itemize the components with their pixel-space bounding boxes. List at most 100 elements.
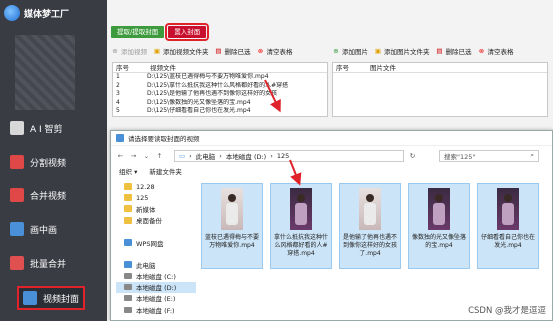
new-folder-button[interactable]: 新建文件夹 xyxy=(149,166,182,176)
nav-item-label: WPS网盘 xyxy=(136,239,164,248)
delete-icon: ▤ xyxy=(215,47,222,55)
dialog-titlebar: 请选择要读取封面的视频 xyxy=(111,131,552,146)
breadcrumb-item[interactable]: 本地磁盘 (D:) xyxy=(226,151,266,161)
cloud-icon xyxy=(124,239,132,247)
image-toolbar: ⊕ 添加图片 ▣ 添加图片文件夹 ▤ 删除已选 ⊗ 清空表格 xyxy=(332,46,514,56)
sidebar-item-pip[interactable]: 画中画 xyxy=(10,222,57,236)
file-grid: 蓝枝已遇得梅与不要万物唯爱你.mp4 拿什么抵抗我这种什么风格都好看的人#穿搭.m… xyxy=(201,183,539,269)
nav-item[interactable]: 本地磁盘 (F:) xyxy=(116,304,196,315)
file-item[interactable]: 拿什么抵抗我这种什么风格都好看的人#穿搭.mp4 xyxy=(270,183,332,269)
address-bar[interactable]: ▭ › 此电脑 › 本地磁盘 (D:) › 125 xyxy=(174,149,404,162)
breadcrumb-item[interactable]: 125 xyxy=(277,152,289,160)
file-name: 是他输了他再也遇不到像你这样好的女孩了.mp4 xyxy=(342,234,397,257)
video-thumbnail xyxy=(221,188,243,230)
file-item[interactable]: 是他输了他再也遇不到像你这样好的女孩了.mp4 xyxy=(339,183,401,269)
image-icon xyxy=(23,291,37,305)
file-item[interactable]: 蓝枝已遇得梅与不要万物唯爱你.mp4 xyxy=(201,183,263,269)
nav-item[interactable]: 本地磁盘 (D:) xyxy=(116,281,196,293)
sidebar-item-label: 视频封面 xyxy=(43,294,80,305)
sidebar-item-label: 批量合并 xyxy=(30,259,67,270)
picture-in-picture-icon xyxy=(10,222,24,236)
video-table[interactable]: 序号 视频文件 1 D:\125\蓝枝已遇得梅与不要万物唯爱你.mp4 2 D:\1… xyxy=(112,62,328,117)
add-icon: ⊕ xyxy=(333,47,339,55)
chevron-down-icon[interactable]: ⌄ xyxy=(142,152,151,160)
robot-icon xyxy=(10,121,24,135)
drive-icon xyxy=(124,295,132,302)
table-header: 序号 图片文件 xyxy=(333,63,547,73)
drive-icon xyxy=(124,273,132,280)
table-row[interactable]: 1 D:\125\蓝枝已遇得梅与不要万物唯爱你.mp4 xyxy=(113,73,327,82)
file-name: 拿什么抵抗我这种什么风格都好看的人#穿搭.mp4 xyxy=(273,234,328,257)
app-window: 媒体梦工厂 A I 智剪 分割视频 合并视频 画中画 批量合并 视频封面 提取/… xyxy=(0,0,553,321)
image-table[interactable]: 序号 图片文件 xyxy=(332,62,548,117)
file-item[interactable]: 仔细看看自己你也在发光.mp4 xyxy=(477,183,539,269)
forward-arrow-icon[interactable]: → xyxy=(129,152,138,160)
column-header: 图片文件 xyxy=(370,64,396,72)
breadcrumb-item[interactable]: 此电脑 xyxy=(196,151,216,161)
sidebar: 媒体梦工厂 A I 智剪 分割视频 合并视频 画中画 批量合并 视频封面 xyxy=(0,0,107,321)
table-row[interactable]: 3 D:\125\是他输了他再也遇不到像你这样好的女孩 xyxy=(113,90,327,99)
clear-icon: ⊗ xyxy=(257,47,264,55)
folder-icon xyxy=(124,216,132,224)
clear-image-table-button[interactable]: ⊗ 清空表格 xyxy=(478,46,514,56)
up-arrow-icon[interactable]: ↑ xyxy=(155,152,164,160)
app-header: 媒体梦工厂 xyxy=(4,5,69,21)
table-row[interactable]: 5 D:\125\仔细看看自己你也在发光.mp4 xyxy=(113,107,327,116)
sidebar-item-ai-clip[interactable]: A I 智剪 xyxy=(10,121,63,135)
nav-item[interactable]: 桌面备份 xyxy=(116,215,196,226)
sidebar-item-merge-video[interactable]: 合并视频 xyxy=(10,188,66,202)
nav-item xyxy=(116,248,196,259)
sidebar-item-split-video[interactable]: 分割视频 xyxy=(10,155,66,169)
nav-item[interactable]: 本地磁盘 (C:) xyxy=(116,271,196,282)
split-icon xyxy=(10,155,24,169)
pc-icon: ▭ xyxy=(179,151,186,160)
file-item[interactable]: 像数独的光又像坠落的宝.mp4 xyxy=(408,183,470,269)
sidebar-item-batch-merge[interactable]: 批量合并 xyxy=(10,256,66,270)
add-video-button[interactable]: ⊕ 添加视频 xyxy=(111,46,147,56)
nav-item[interactable]: 125 xyxy=(116,192,196,203)
dialog-title: 请选择要读取封面的视频 xyxy=(128,135,200,143)
delete-selected-image-button[interactable]: ▤ 删除已选 xyxy=(436,46,471,56)
file-name: 蓝枝已遇得梅与不要万物唯爱你.mp4 xyxy=(204,234,259,249)
back-arrow-icon[interactable]: ← xyxy=(116,152,125,160)
sidebar-item-video-cover[interactable]: 视频封面 xyxy=(17,286,86,310)
nav-item-label: 此电脑 xyxy=(136,261,156,270)
drive-icon xyxy=(124,306,132,313)
nav-item[interactable]: 12.28 xyxy=(116,181,196,192)
folder-icon: ▣ xyxy=(153,47,161,55)
file-name: 像数独的光又像坠落的宝.mp4 xyxy=(411,234,466,249)
video-thumbnail xyxy=(290,188,312,230)
clear-video-table-button[interactable]: ⊗ 清空表格 xyxy=(257,46,293,56)
add-video-folder-button[interactable]: ▣ 添加视频文件夹 xyxy=(153,46,209,56)
video-toolbar: ⊕ 添加视频 ▣ 添加视频文件夹 ▤ 删除已选 ⊗ 清空表格 xyxy=(111,46,293,56)
sidebar-item-label: 分割视频 xyxy=(30,158,67,169)
delete-icon: ▤ xyxy=(436,47,443,55)
add-image-button[interactable]: ⊕ 添加图片 xyxy=(332,46,368,56)
folder-icon xyxy=(124,205,132,213)
drive-icon xyxy=(124,284,132,291)
video-thumbnail xyxy=(359,188,381,230)
nav-item[interactable]: 此电脑 xyxy=(116,259,196,270)
add-image-folder-button[interactable]: ▣ 添加图片文件夹 xyxy=(374,46,430,56)
table-row[interactable]: 2 D:\125\拿什么抵抗我这种什么风格都好看的人#穿搭 xyxy=(113,82,327,91)
nav-item-label: 新媒体 xyxy=(136,205,156,214)
delete-selected-video-button[interactable]: ▤ 删除已选 xyxy=(215,46,250,56)
table-row[interactable]: 4 D:\125\像数独的光又像坠落的宝.mp4 xyxy=(113,99,327,108)
folder-icon xyxy=(124,194,132,202)
search-box[interactable]: 搜索"125" ⌕ xyxy=(439,149,539,162)
organize-button[interactable]: 组织 ▾ xyxy=(119,166,137,176)
search-input[interactable]: 搜索"125" xyxy=(444,151,475,161)
folder-icon: ▣ xyxy=(374,47,382,55)
tab-extract-cover[interactable]: 提取/提取封面 xyxy=(111,26,165,38)
search-icon: ⌕ xyxy=(530,151,534,159)
file-name: 仔细看看自己你也在发光.mp4 xyxy=(480,234,535,249)
nav-item-label: 本地磁盘 (D:) xyxy=(136,284,177,293)
nav-item[interactable]: 本地磁盘 (E:) xyxy=(116,293,196,304)
tab-import-cover[interactable]: 置入封面 xyxy=(165,23,210,41)
video-thumbnail xyxy=(428,188,450,230)
tab-bar: 提取/提取封面 置入封面 xyxy=(111,23,210,41)
refresh-icon[interactable]: ↻ xyxy=(408,152,417,160)
nav-item-label: 12.28 xyxy=(136,182,155,191)
nav-item[interactable]: WPS网盘 xyxy=(116,237,196,248)
nav-item[interactable]: 新媒体 xyxy=(116,203,196,214)
